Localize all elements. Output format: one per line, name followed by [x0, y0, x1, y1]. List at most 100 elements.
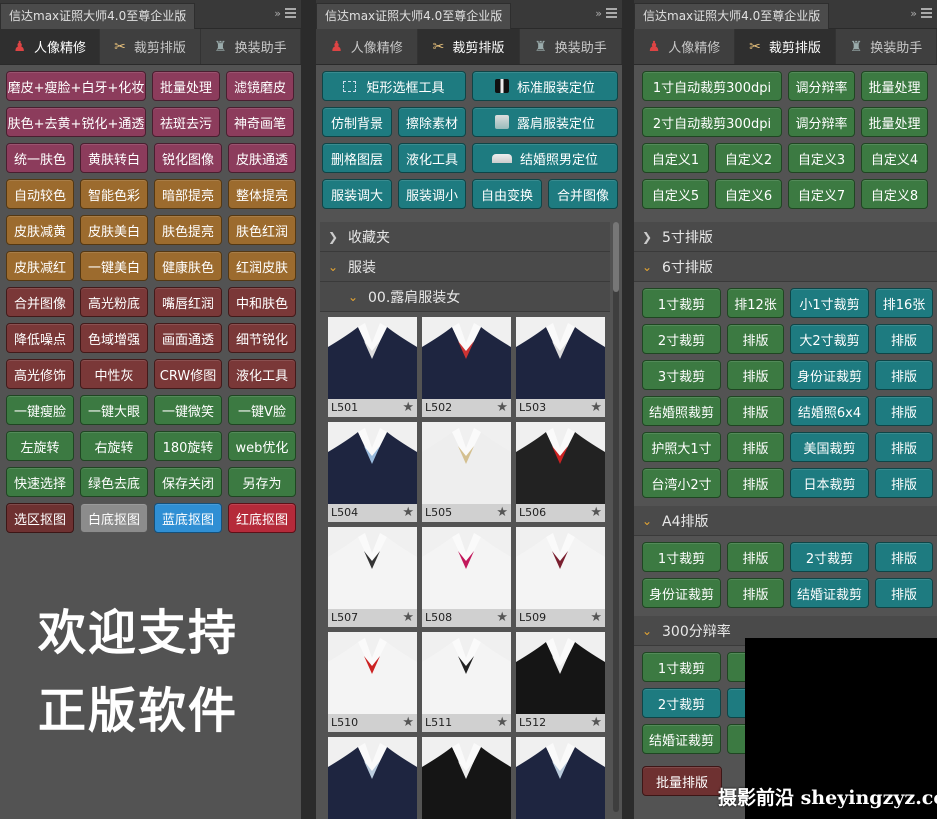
clone-background-button[interactable]: 仿制背景	[322, 107, 392, 137]
six-inch-layout-button[interactable]: 排版	[875, 432, 933, 462]
retouch-action-button[interactable]: 批量处理	[152, 71, 220, 101]
six-inch-layout-button[interactable]: 身份证裁剪	[790, 360, 869, 390]
retouch-action-button[interactable]: 锐化图像	[154, 143, 222, 173]
retouch-action-button[interactable]: 中和肤色	[228, 287, 296, 317]
outfit-thumbnail[interactable]	[422, 737, 511, 819]
crop-action-button[interactable]: 自定义3	[788, 143, 855, 173]
retouch-action-button[interactable]: 皮肤减黄	[6, 215, 74, 245]
panel-menu-icon[interactable]	[606, 8, 617, 18]
crop-action-button[interactable]: 自定义7	[788, 179, 855, 209]
retouch-action-button[interactable]: 一键大眼	[80, 395, 148, 425]
retouch-action-button[interactable]: 细节锐化	[228, 323, 296, 353]
crop-action-button[interactable]: 2寸自动裁剪300dpi	[642, 107, 782, 137]
favorite-star-icon[interactable]: ★	[496, 400, 508, 416]
crop-action-button[interactable]: 批量处理	[861, 71, 928, 101]
a4-layout-button[interactable]: 排版	[727, 542, 784, 572]
favorite-star-icon[interactable]: ★	[590, 400, 602, 416]
favorite-star-icon[interactable]: ★	[590, 715, 602, 731]
retouch-action-button[interactable]: 祛斑去污	[152, 107, 220, 137]
retouch-action-button[interactable]: 降低噪点	[6, 323, 74, 353]
a4-layout-button[interactable]: 身份证裁剪	[642, 578, 721, 608]
six-inch-layout-button[interactable]: 排12张	[727, 288, 784, 318]
retouch-action-button[interactable]: CRW修图	[154, 359, 222, 389]
crop-action-button[interactable]: 1寸自动裁剪300dpi	[642, 71, 782, 101]
six-inch-layout-button[interactable]: 排版	[875, 396, 933, 426]
tab-retouch[interactable]: ♟ 人像精修	[316, 29, 418, 64]
outfit-thumbnail[interactable]: L509 ★	[516, 527, 605, 627]
retouch-action-button[interactable]: 皮肤减红	[6, 251, 74, 281]
retouch-action-button[interactable]: web优化	[228, 431, 296, 461]
crop-action-button[interactable]: 调分辩率	[788, 107, 855, 137]
outfit-thumbnail[interactable]: L501 ★	[328, 317, 417, 417]
six-inch-layout-button[interactable]: 日本裁剪	[790, 468, 869, 498]
panel-menu-icon[interactable]	[921, 8, 932, 18]
crop-action-button[interactable]: 调分辩率	[788, 71, 855, 101]
six-inch-section[interactable]: ⌄ 6寸排版	[634, 252, 937, 282]
tab-crop-layout[interactable]: ✂ 裁剪排版	[418, 29, 520, 64]
favorite-star-icon[interactable]: ★	[590, 505, 602, 521]
crop-action-button[interactable]: 自定义4	[861, 143, 928, 173]
crop-action-button[interactable]: 自定义5	[642, 179, 709, 209]
retouch-action-button[interactable]: 一键瘦脸	[6, 395, 74, 425]
a4-layout-button[interactable]: 排版	[875, 578, 933, 608]
scrollbar-thumb[interactable]	[613, 222, 619, 292]
tab-crop-layout[interactable]: ✂ 裁剪排版	[100, 29, 201, 64]
retouch-action-button[interactable]: 智能色彩	[80, 179, 148, 209]
retouch-action-button[interactable]: 高光修饰	[6, 359, 74, 389]
panel-title-tab[interactable]: 信达max证照大师4.0至尊企业版	[0, 3, 196, 29]
six-inch-layout-button[interactable]: 1寸裁剪	[642, 288, 721, 318]
favorite-star-icon[interactable]: ★	[590, 610, 602, 626]
outfit-thumbnail[interactable]: L511 ★	[422, 632, 511, 732]
a4-layout-button[interactable]: 结婚证裁剪	[790, 578, 869, 608]
retouch-action-button[interactable]: 肤色+去黄+锐化+通透	[6, 107, 146, 137]
retouch-action-button[interactable]: 合并图像	[6, 287, 74, 317]
retouch-action-button[interactable]: 左旋转	[6, 431, 74, 461]
six-inch-layout-button[interactable]: 台湾小2寸	[642, 468, 721, 498]
crop-action-button[interactable]: 自定义6	[715, 179, 782, 209]
retouch-action-button[interactable]: 一键美白	[80, 251, 148, 281]
outfit-thumbnail[interactable]: L507 ★	[328, 527, 417, 627]
six-inch-layout-button[interactable]: 排版	[875, 324, 933, 354]
collapse-icon[interactable]: »	[274, 8, 281, 20]
favorite-star-icon[interactable]: ★	[402, 400, 414, 416]
six-inch-layout-button[interactable]: 护照大1寸	[642, 432, 721, 462]
retouch-action-button[interactable]: 另存为	[228, 467, 296, 497]
retouch-action-button[interactable]: 快速选择	[6, 467, 74, 497]
outfit-thumbnail[interactable]: L506 ★	[516, 422, 605, 522]
retouch-action-button[interactable]: 选区抠图	[6, 503, 74, 533]
favorite-star-icon[interactable]: ★	[402, 610, 414, 626]
tab-outfit-assistant[interactable]: ♜ 换装助手	[201, 29, 301, 64]
scrollbar-track[interactable]	[613, 222, 619, 812]
six-inch-layout-button[interactable]: 排版	[727, 360, 784, 390]
favorite-star-icon[interactable]: ★	[496, 715, 508, 731]
retouch-action-button[interactable]: 一键微笑	[154, 395, 222, 425]
outfit-thumbnail[interactable]: L512 ★	[516, 632, 605, 732]
outfit-shrink-button[interactable]: 服装调小	[398, 179, 466, 209]
dpi300-layout-button[interactable]: 1寸裁剪	[642, 652, 721, 682]
crop-action-button[interactable]: 自定义2	[715, 143, 782, 173]
retouch-action-button[interactable]: 自动较色	[6, 179, 74, 209]
six-inch-layout-button[interactable]: 结婚照6x4	[790, 396, 869, 426]
retouch-action-button[interactable]: 皮肤美白	[80, 215, 148, 245]
a4-layout-button[interactable]: 2寸裁剪	[790, 542, 869, 572]
crop-action-button[interactable]: 自定义1	[642, 143, 709, 173]
crop-action-button[interactable]: 自定义8	[861, 179, 928, 209]
a4-layout-button[interactable]: 排版	[875, 542, 933, 572]
six-inch-layout-button[interactable]: 结婚照裁剪	[642, 396, 721, 426]
six-inch-layout-button[interactable]: 排版	[875, 360, 933, 390]
crop-action-button[interactable]: 批量处理	[861, 107, 928, 137]
liquify-button[interactable]: 液化工具	[398, 143, 466, 173]
retouch-action-button[interactable]: 右旋转	[80, 431, 148, 461]
retouch-action-button[interactable]: 皮肤通透	[228, 143, 296, 173]
wedding-male-position-button[interactable]: 结婚照男定位	[472, 143, 618, 173]
retouch-action-button[interactable]: 整体提亮	[228, 179, 296, 209]
retouch-action-button[interactable]: 滤镜磨皮	[226, 71, 294, 101]
tab-outfit-assistant[interactable]: ♜ 换装助手	[836, 29, 937, 64]
dpi300-layout-button[interactable]: 2寸裁剪	[642, 688, 721, 718]
retouch-action-button[interactable]: 蓝底抠图	[154, 503, 222, 533]
six-inch-layout-button[interactable]: 排版	[727, 396, 784, 426]
panel-title-tab[interactable]: 信达max证照大师4.0至尊企业版	[316, 3, 512, 29]
retouch-action-button[interactable]: 180旋转	[154, 431, 222, 461]
collapse-icon[interactable]: »	[595, 8, 602, 20]
rect-marquee-button[interactable]: 矩形选框工具	[322, 71, 466, 101]
